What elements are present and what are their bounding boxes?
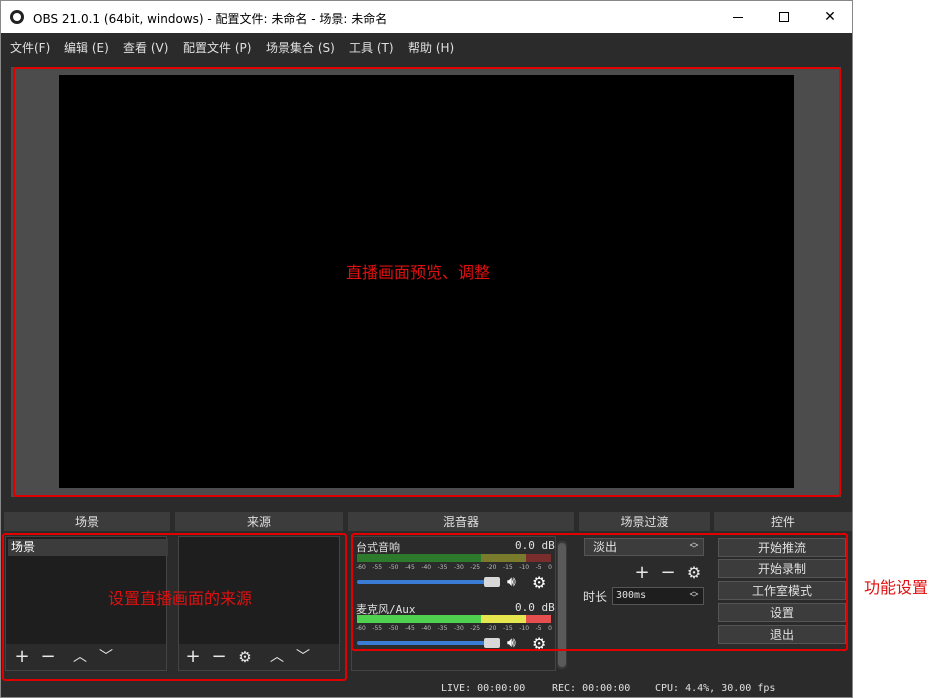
dock-title-scenes: 场景 — [4, 512, 170, 531]
minimize-button[interactable] — [715, 1, 761, 33]
menu-file[interactable]: 文件(F) — [10, 39, 50, 56]
dock-title-transitions: 场景过渡 — [579, 512, 710, 531]
dock-title-mixer: 混音器 — [348, 512, 574, 531]
close-button[interactable]: ✕ — [807, 1, 853, 33]
dock-title-sources: 来源 — [175, 512, 343, 531]
menu-bar: 文件(F) 编辑 (E) 查看 (V) 配置文件 (P) 场景集合 (S) 工具… — [1, 33, 852, 59]
minimize-icon — [733, 16, 743, 18]
dock-title-controls: 控件 — [714, 512, 852, 531]
annotation-box-controls — [351, 533, 848, 651]
maximize-icon — [779, 12, 789, 22]
status-rec: REC: 00:00:00 — [552, 683, 631, 694]
menu-help[interactable]: 帮助 (H) — [408, 39, 454, 56]
menu-scene-collection[interactable]: 场景集合 (S) — [266, 39, 335, 56]
menu-profile[interactable]: 配置文件 (P) — [183, 39, 251, 56]
menu-edit[interactable]: 编辑 (E) — [64, 39, 109, 56]
close-icon: ✕ — [824, 9, 836, 25]
menu-tools[interactable]: 工具 (T) — [349, 39, 394, 56]
maximize-button[interactable] — [761, 1, 807, 33]
annotation-label-preview: 直播画面预览、调整 — [346, 263, 491, 282]
status-live: LIVE: 00:00:00 — [441, 683, 526, 694]
status-cpu: CPU: 4.4%, 30.00 fps — [655, 683, 776, 694]
obs-logo-icon — [10, 10, 24, 24]
annotation-label-sources: 设置直播画面的来源 — [108, 589, 253, 608]
title-bar: OBS 21.0.1 (64bit, windows) - 配置文件: 未命名 … — [1, 1, 852, 33]
menu-view[interactable]: 查看 (V) — [123, 39, 168, 56]
annotation-label-controls: 功能设置 — [864, 578, 929, 597]
window-title: OBS 21.0.1 (64bit, windows) - 配置文件: 未命名 … — [33, 12, 388, 26]
